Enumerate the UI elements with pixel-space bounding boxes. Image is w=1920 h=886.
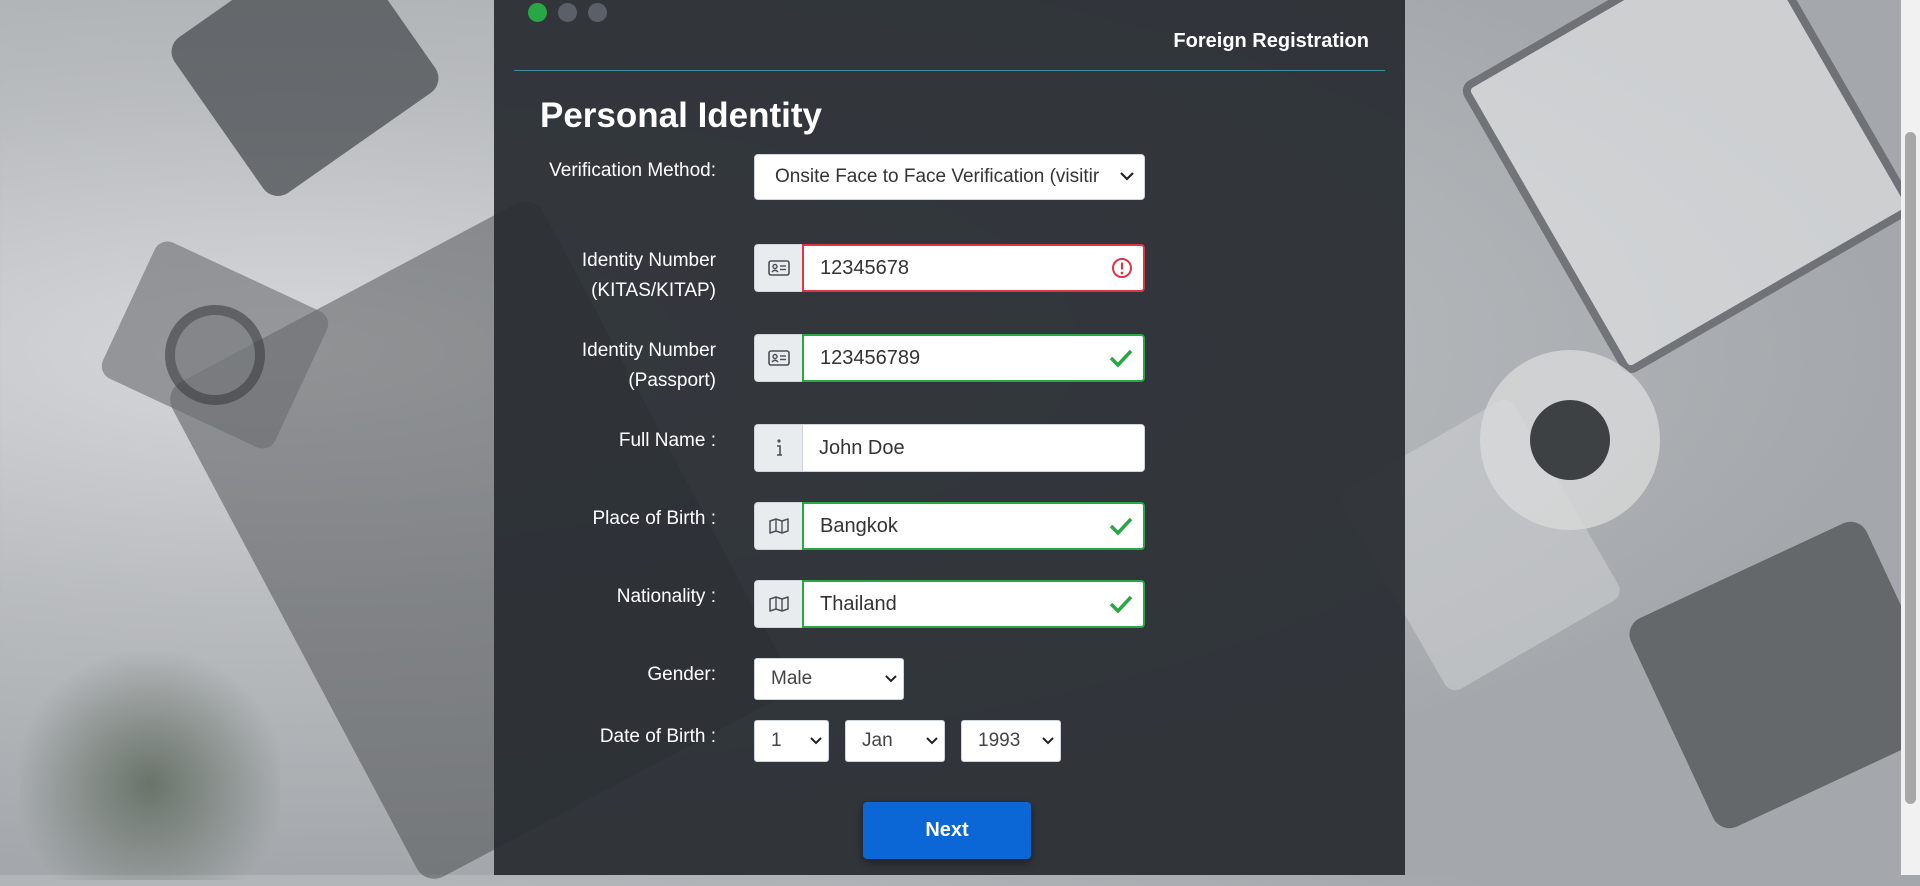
nationality-label: Nationality :: [616, 586, 716, 607]
full-name-input-group: John Doe: [754, 424, 1145, 472]
verification-method-value: Onsite Face to Face Verification (visiti…: [775, 166, 1100, 187]
exclamation-circle-icon: [1111, 246, 1133, 290]
gender-label: Gender:: [647, 664, 716, 685]
passport-input-group: 123456789: [754, 334, 1145, 382]
background-clipboard: [1458, 0, 1918, 378]
gender-value: Male: [771, 668, 813, 689]
chevron-down-icon: [885, 659, 897, 699]
dob-selects: 1 Jan 1993: [754, 720, 1061, 762]
nationality-input[interactable]: Thailand: [802, 580, 1145, 628]
map-icon: [754, 502, 802, 550]
nationality-value: Thailand: [820, 593, 897, 615]
kitas-label: Identity Number (KITAS/KITAP): [581, 250, 716, 301]
full-name-value: John Doe: [819, 437, 905, 459]
place-of-birth-value: Bangkok: [820, 515, 898, 537]
chevron-down-icon: [1042, 721, 1054, 761]
scrollbar-thumb[interactable]: [1905, 132, 1916, 804]
id-card-icon: [754, 334, 802, 382]
full-name-label: Full Name :: [618, 430, 716, 451]
background-cup: [1480, 350, 1660, 530]
passport-label: Identity Number (Passport): [581, 340, 716, 391]
page-scrollbar[interactable]: [1901, 0, 1920, 875]
passport-input[interactable]: 123456789: [802, 334, 1145, 382]
step-indicator: [528, 3, 607, 22]
background-camera: [97, 236, 333, 454]
full-name-input[interactable]: John Doe: [802, 424, 1145, 472]
id-card-icon: [754, 244, 802, 292]
chevron-down-icon: [810, 721, 822, 761]
dob-month-value: Jan: [862, 730, 893, 751]
place-of-birth-input-group: Bangkok: [754, 502, 1145, 550]
page-header-title: Foreign Registration: [1173, 30, 1369, 52]
dob-month-select[interactable]: Jan: [845, 720, 945, 762]
check-icon: [1109, 582, 1133, 626]
registration-panel: Foreign Registration Personal Identity V…: [494, 0, 1405, 875]
background-camera-lens: [165, 305, 265, 405]
section-title: Personal Identity: [540, 96, 823, 135]
kitas-value: 12345678: [820, 257, 909, 279]
verification-method-select[interactable]: Onsite Face to Face Verification (visiti…: [754, 154, 1145, 200]
place-of-birth-label: Place of Birth :: [592, 508, 716, 529]
place-of-birth-input[interactable]: Bangkok: [802, 502, 1145, 550]
dob-day-value: 1: [771, 730, 782, 751]
nationality-input-group: Thailand: [754, 580, 1145, 628]
dob-label: Date of Birth :: [599, 726, 716, 747]
map-icon: [754, 580, 802, 628]
dob-year-value: 1993: [978, 730, 1021, 751]
check-icon: [1109, 336, 1133, 380]
step-dot-1: [528, 3, 547, 22]
background-cup-coffee: [1530, 400, 1610, 480]
kitas-input-group: 12345678: [754, 244, 1145, 292]
info-icon: [754, 424, 802, 472]
step-dot-2: [558, 3, 577, 22]
background-phone: [1623, 515, 1920, 835]
chevron-down-icon: [926, 721, 938, 761]
chevron-down-icon: [1120, 155, 1134, 199]
gender-select[interactable]: Male: [754, 658, 904, 700]
passport-value: 123456789: [820, 347, 921, 369]
background-wallet: [164, 0, 446, 204]
kitas-input[interactable]: 12345678: [802, 244, 1145, 292]
check-icon: [1109, 504, 1133, 548]
verification-label: Verification Method:: [549, 160, 716, 181]
dob-day-select[interactable]: 1: [754, 720, 829, 762]
gender-row: Gender: Male: [494, 658, 1405, 700]
next-button[interactable]: Next: [863, 802, 1031, 859]
step-dot-3: [588, 3, 607, 22]
header-divider: [514, 70, 1385, 71]
dob-year-select[interactable]: 1993: [961, 720, 1061, 762]
background-plant: [20, 640, 280, 880]
verification-row: Verification Method: Onsite Face to Face…: [494, 154, 1405, 200]
